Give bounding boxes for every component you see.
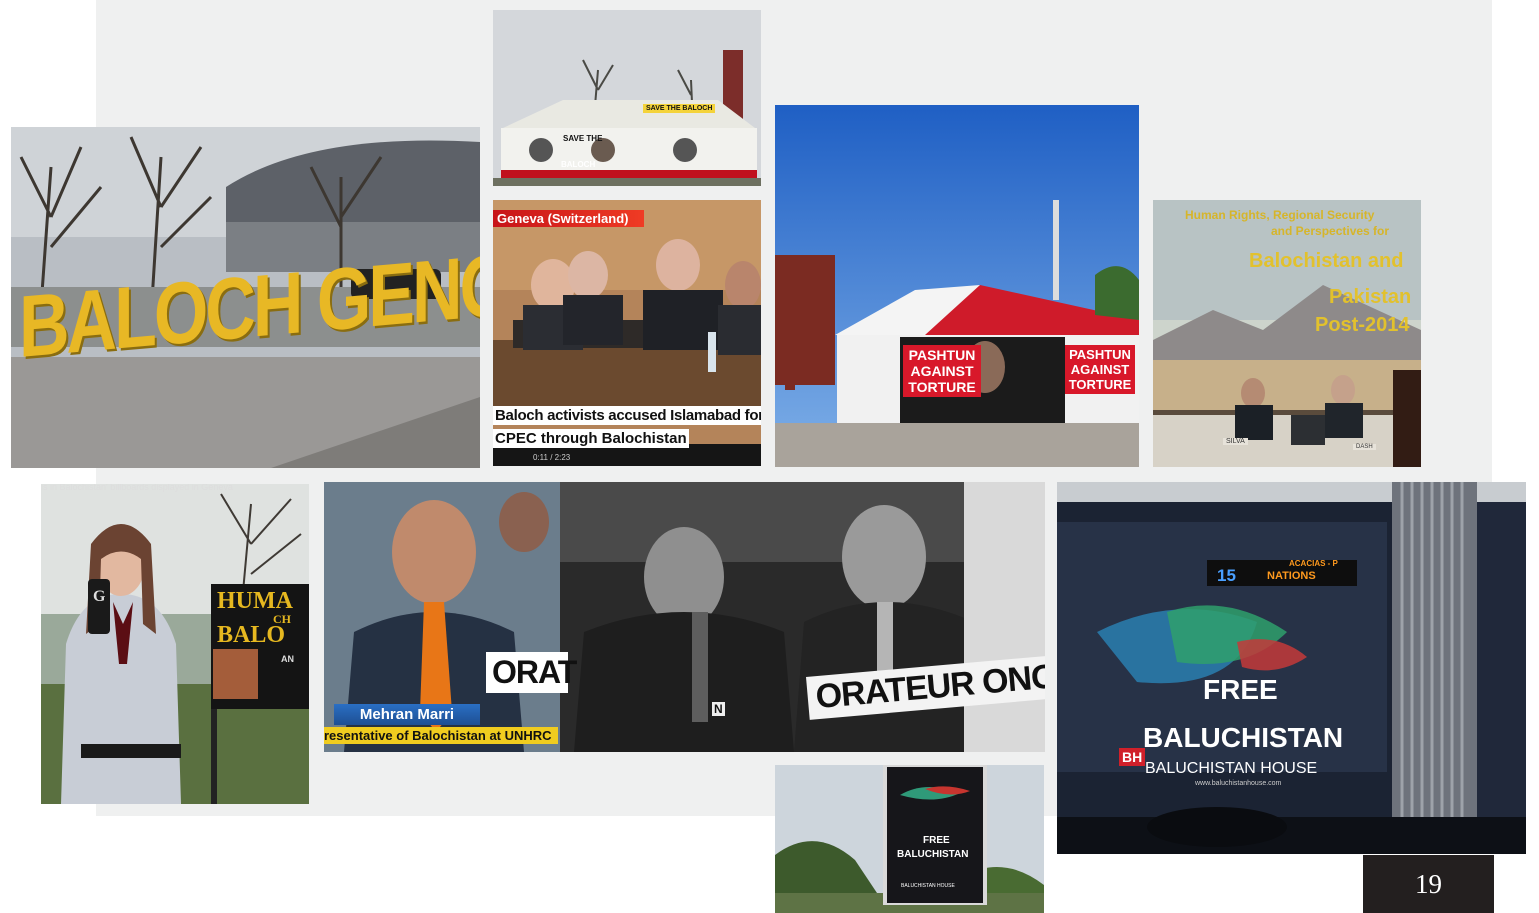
billboard-line1: HUMA [217,588,293,614]
screen-line2: and Perspectives for [1271,224,1390,238]
photo-tram: 15 NATIONS ACACIAS - P FREE BALUCHISTAN … [1057,482,1526,854]
tent-panel-bottom: BALOCH [561,160,596,169]
banner-line: PASHTUN [908,347,976,363]
tram-destination: NATIONS [1267,570,1316,582]
nameplate: SILVA [1223,438,1248,445]
video-timecode: 0:11 / 2:23 [533,453,571,462]
tram-free: FREE [1203,674,1278,705]
tent2-banner-right: PASHTUN AGAINST TORTURE [1065,345,1135,394]
banner-line: AGAINST [1070,362,1130,377]
tram-url: www.baluchistanhouse.com [1195,780,1282,787]
screen-line5: Post-2014 [1315,314,1410,336]
screen-line4: Pakistan [1329,286,1412,308]
nameplate-left: ORAT [486,652,577,693]
tram-org: BALUCHISTAN HOUSE [1145,760,1318,777]
speaker-name: Mehran Marri [334,704,480,725]
news-subline: CPEC through Balochistan [493,429,689,448]
banner-line: AGAINST [910,363,974,379]
photo-pashtun-tent: PASHTUN AGAINST TORTURE PASHTUN AGAINST … [775,105,1139,467]
photo-conference-screen: Human Rights, Regional Security and Pers… [1153,200,1421,467]
mic-logo: G [93,588,106,605]
page-number: 19 [1363,855,1494,913]
banner-line: TORTURE [1068,377,1132,392]
photo-reporter: is in Balochistan' billboards displayed … [41,484,309,804]
banner-line: PASHTUN [1069,347,1131,362]
billboard-free: FREE [923,835,950,846]
billboard-footer: BALUCHISTAN HOUSE [901,883,955,889]
route-number: 15 [1217,566,1236,585]
screen-line1: Human Rights, Regional Security [1185,208,1375,222]
speaker-role: resentative of Balochistan at UNHRC [324,727,558,744]
billboard-baluchistan: BALUCHISTAN [897,849,969,860]
tent-panel-top: SAVE THE [563,134,603,143]
tram-baluchistan: BALUCHISTAN [1143,722,1344,753]
news-location-tag: Geneva (Switzerland) [493,210,645,227]
billboard-line4: AN [281,654,294,664]
nameplate-2: DASH [1353,444,1376,450]
photo-baloch-genocide-sign: BALOCH GENOCIDE [11,127,480,468]
desk-tag: N [712,702,725,716]
photo-unhrc-speakers: ORAT Mehran Marri resentative of Balochi… [324,482,1045,752]
tram-stop: ACACIAS - P [1289,559,1338,568]
tram-logo: BH [1119,748,1146,766]
photo-save-the-baloch-tent: SAVE THE BALOCH SAVE THE BALOCH [493,10,761,186]
tent2-banner-left: PASHTUN AGAINST TORTURE [903,345,981,397]
banner-line: TORTURE [908,379,976,395]
tent-roof-text: SAVE THE BALOCH [643,104,716,113]
screen-line3: Balochistan and [1249,250,1404,272]
photo-geneva-news-panel: Geneva (Switzerland) Baloch activists ac… [493,200,761,466]
video-caption: is in Balochistan' billboards displayed … [41,484,233,492]
billboard-line3: BALO [217,622,286,648]
photo-free-baluchistan-billboard: FREE BALUCHISTAN BALUCHISTAN HOUSE [775,765,1044,913]
news-headline: Baloch activists accused Islamabad for a… [493,406,761,425]
